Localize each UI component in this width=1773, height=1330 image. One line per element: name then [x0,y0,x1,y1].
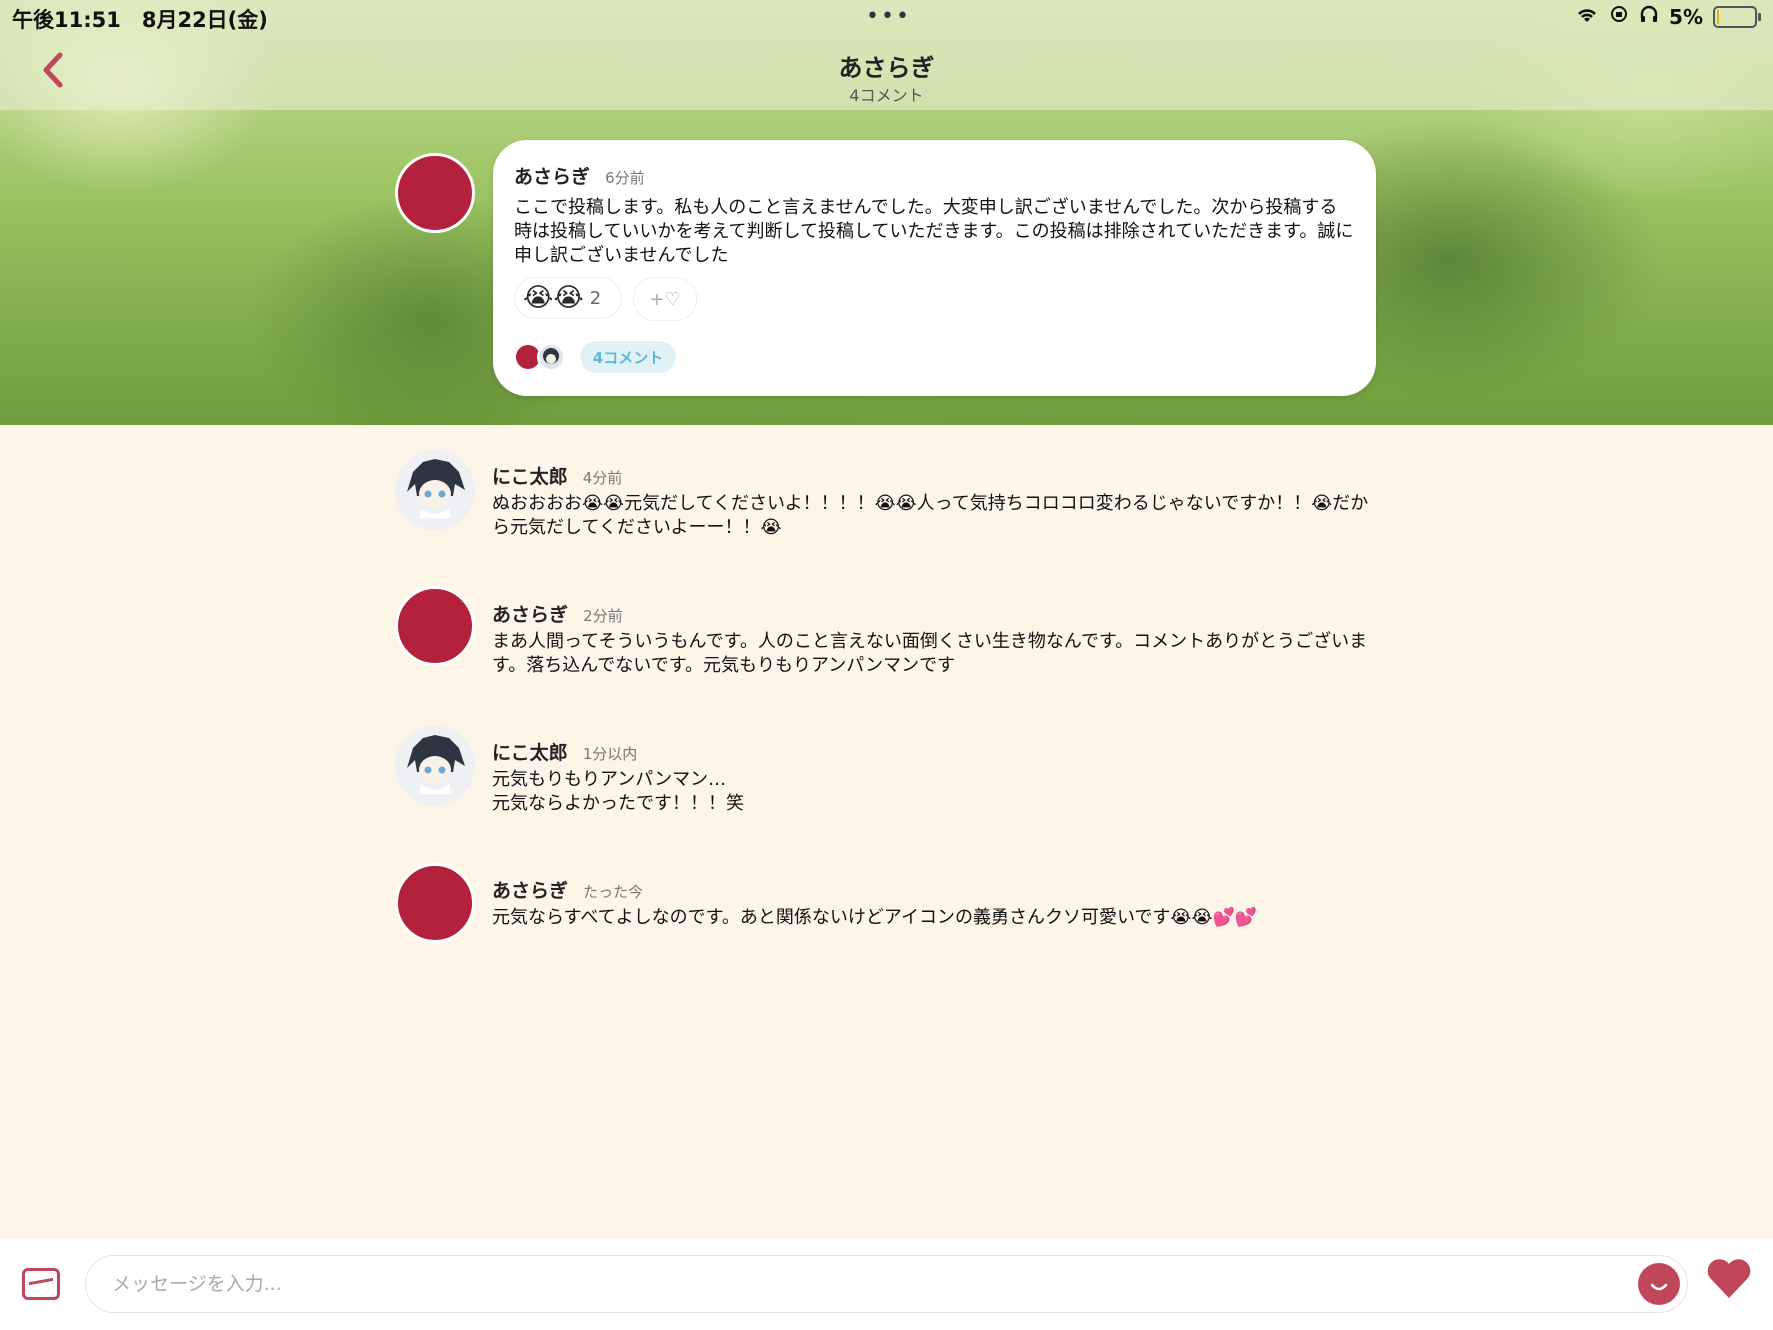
comment-time: 2分前 [583,607,623,625]
comment-author[interactable]: あさらぎ [492,604,568,626]
orientation-lock-icon [1609,4,1629,29]
reaction-count: 2 [589,287,602,309]
status-icons: 5% [1575,4,1761,29]
comment-time: 4分前 [582,469,623,487]
top-bar: 午後11:51 8月22日(金) ••• 5% あさらぎ 4コメント [0,0,1773,110]
image-button[interactable] [22,1268,60,1300]
crying-emoji-icon: 😭😭 [523,283,584,313]
post-author[interactable]: あさらぎ [514,166,590,188]
comment-header: にこ太郎 1分以内 [492,738,637,765]
like-button[interactable] [1705,1256,1753,1307]
post-card: あさらぎ 6分前 ここで投稿します。私も人のこと言えませんでした。大変申し訳ござ… [493,140,1376,396]
comment-text: 元気ならすべてよしなのです。あと関係ないけどアイコンの義勇さんクソ可愛いです😭😭… [492,907,1258,928]
avatar[interactable] [395,450,475,530]
emoji-button[interactable] [1638,1263,1680,1305]
page-title: あさらぎ [838,54,935,82]
comment-header: あさらぎ 2分前 [492,600,623,627]
comment-header: にこ太郎 4分前 [492,462,622,489]
comment-author[interactable]: にこ太郎 [492,466,568,488]
comment-author[interactable]: あさらぎ [492,880,568,902]
wifi-icon [1575,5,1599,29]
reaction-button[interactable]: 😭😭 2 [514,277,622,319]
battery-icon [1713,5,1761,28]
comment-text: ぬおおおお😭😭元気だしてくださいよ！！！！😭😭人って気持ちコロコロ変わるじゃない… [492,493,1369,538]
commenter-avatar [537,343,565,371]
comment-header: あさらぎ たった今 [492,876,643,903]
message-input[interactable] [85,1255,1688,1313]
status-time: 午後11:51 8月22日(金) [12,8,268,32]
avatar[interactable] [395,726,475,806]
comment-text: 元気もりもりアンパンマン… 元気ならよかったです！！！笑 [492,769,744,814]
smile-icon [1650,1283,1668,1291]
comment-time: たった今 [583,883,644,901]
comment-author[interactable]: にこ太郎 [492,742,568,764]
page-subtitle: 4コメント [849,86,924,105]
comment-time: 1分以内 [582,745,638,763]
comment-text: まあ人間ってそういうもんです。人のこと言えない面倒くさい生き物なんです。コメント… [492,631,1368,676]
multitasking-dots[interactable]: ••• [866,4,911,29]
image-icon [29,1277,53,1296]
battery-label: 5% [1669,4,1703,29]
add-reaction-button[interactable]: +♡ [633,277,697,321]
comments-count-button[interactable]: 4コメント [580,341,676,373]
heart-icon [1707,1259,1751,1298]
avatar[interactable] [395,586,475,666]
headphones-icon [1639,4,1659,29]
message-composer [0,1237,1773,1330]
post-time: 6分前 [605,169,645,187]
post-header: あさらぎ 6分前 [514,162,645,189]
avatar[interactable] [395,863,475,943]
post-text: ここで投稿します。私も人のこと言えませんでした。大変申し訳ございませんでした。次… [514,197,1354,266]
avatar[interactable] [395,153,475,233]
